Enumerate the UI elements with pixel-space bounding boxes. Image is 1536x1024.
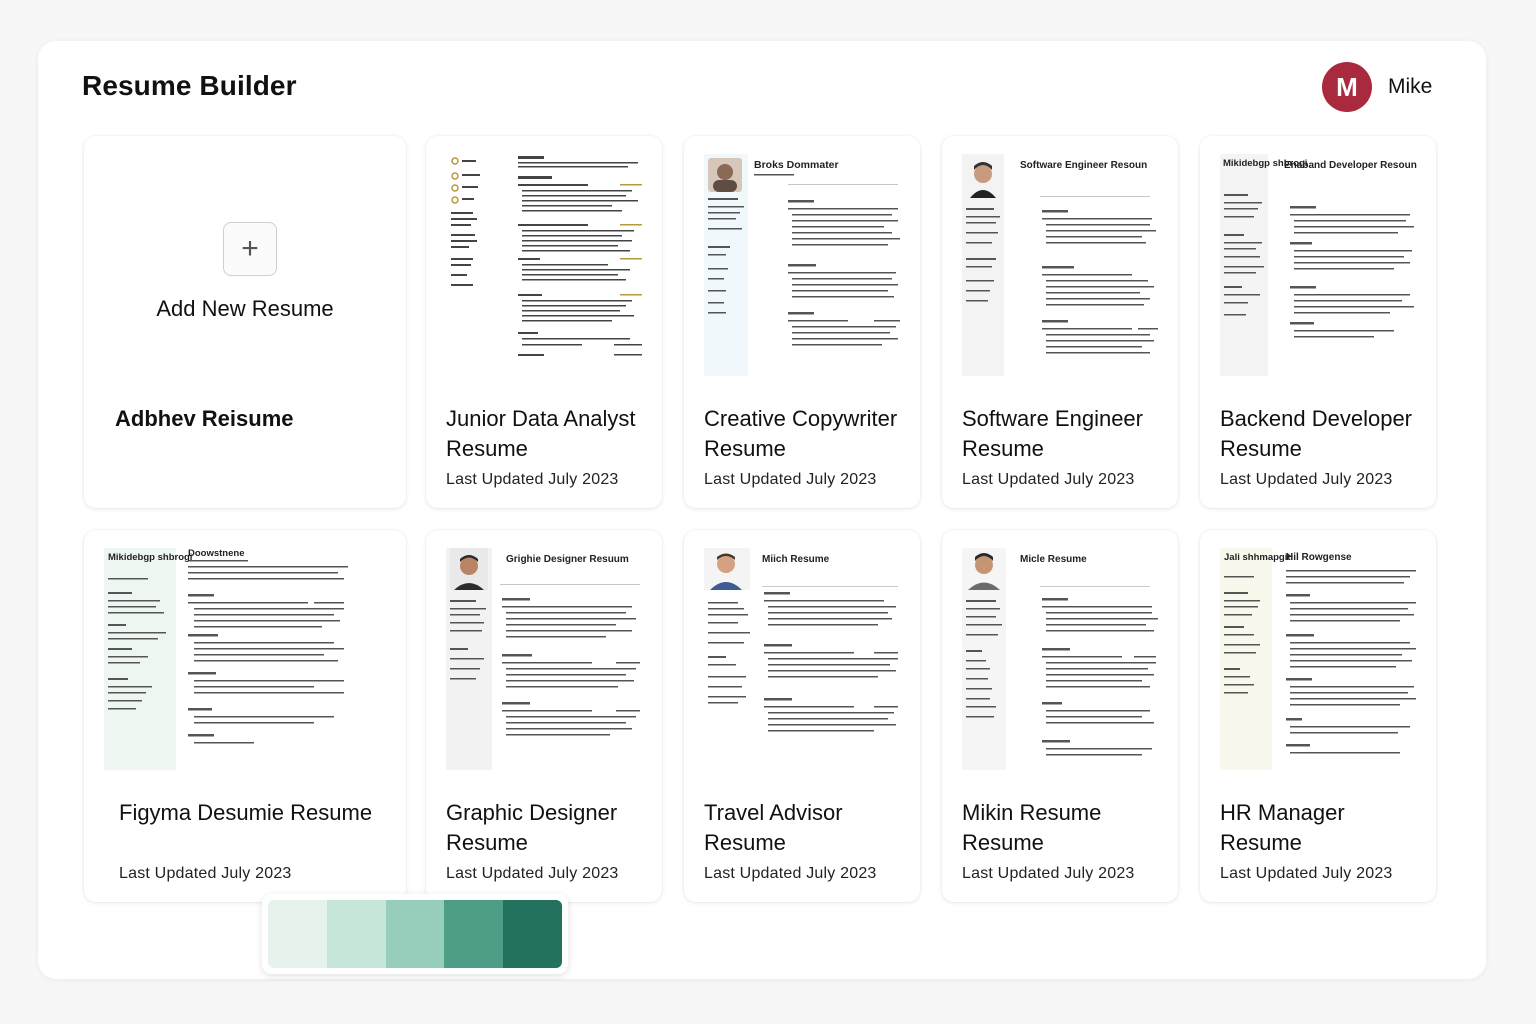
app-title: Resume Builder: [82, 70, 297, 101]
last-updated-label: Last Updated July 2023: [704, 865, 877, 882]
resume-card-title: Junior Data Analyst Resume: [446, 406, 636, 461]
thumbnail-heading: Miich Resume: [762, 554, 830, 565]
user-name[interactable]: Mike: [1388, 75, 1432, 99]
resume-thumbnail: Mikidebgp shbrogi Doowstnene: [104, 548, 364, 770]
add-new-resume-label: Add New Resume: [156, 296, 334, 321]
thumbnail-heading: Doowstnene: [188, 548, 244, 559]
color-swatch[interactable]: [503, 900, 562, 968]
color-palette: [262, 894, 568, 974]
resume-card[interactable]: Grighie Designer Resuum Graphic Designer…: [426, 530, 662, 902]
resume-card-title: Adbhev Reisume: [115, 406, 294, 431]
user-avatar[interactable]: M: [1322, 62, 1372, 112]
resume-thumbnail: Mikidebgp shbrogi Enaband Developer Reso…: [1220, 154, 1420, 376]
resume-thumbnail: Grighie Designer Resuum: [446, 548, 646, 770]
last-updated-label: Last Updated July 2023: [446, 865, 619, 882]
color-swatch[interactable]: [385, 900, 445, 968]
color-swatch[interactable]: [444, 900, 504, 968]
last-updated-label: Last Updated July 2023: [1220, 471, 1393, 488]
resume-card-title: HR Manager Resume: [1220, 800, 1345, 855]
resume-card[interactable]: Software Engineer Resoun Software Engine…: [942, 136, 1178, 508]
thumbnail-heading: Hil Rowgense: [1286, 552, 1352, 563]
resume-card-title: Creative Copywriter Resume: [704, 406, 898, 461]
resume-card[interactable]: Mikidebgp shbrogi Doowstnene Figyma Desu…: [84, 530, 406, 902]
resume-card-title: Graphic Designer Resume: [446, 800, 618, 855]
last-updated-label: Last Updated July 2023: [704, 471, 877, 488]
thumbnail-side-heading: Mikidebgp shbrogi: [108, 552, 192, 563]
resume-card[interactable]: Micle Resume Mikin Resume Resume Last Up…: [942, 530, 1178, 902]
resume-card-title: Software Engineer Resume: [962, 406, 1143, 461]
resume-card[interactable]: Mikidebgp shbrogi Enaband Developer Reso…: [1200, 136, 1436, 508]
resume-card-title: Backend Developer Resume: [1220, 406, 1413, 461]
thumbnail-side-heading: Jali shhmapgit: [1224, 552, 1291, 563]
thumbnail-heading: Software Engineer Resoun: [1020, 160, 1147, 171]
thumbnail-heading: Enaband Developer Resoun: [1284, 160, 1417, 171]
resume-thumbnail: Miich Resume: [704, 548, 904, 770]
last-updated-label: Last Updated July 2023: [446, 471, 619, 488]
thumbnail-heading: Broks Dommater: [754, 159, 839, 171]
resume-thumbnail: Software Engineer Resoun: [962, 154, 1162, 376]
thumbnail-heading: Micle Resume: [1020, 554, 1087, 565]
resume-card-title: Mikin Resume Resume: [962, 800, 1102, 855]
resume-thumbnail: Micle Resume: [962, 548, 1162, 770]
resume-card[interactable]: Broks Dommater Creative Copywriter Resum…: [684, 136, 920, 508]
user-menu[interactable]: M Mike: [1322, 62, 1432, 112]
resume-card-title: Travel Advisor Resume: [704, 800, 843, 855]
last-updated-label: Last Updated July 2023: [962, 865, 1135, 882]
resume-card[interactable]: Junior Data Analyst Resume Last Updated …: [426, 136, 662, 508]
resume-thumbnail: Broks Dommater: [704, 154, 904, 376]
resume-card[interactable]: Miich Resume Travel Advisor Resume Last …: [684, 530, 920, 902]
resume-card[interactable]: Jali shhmapgit Hil Rowgense HR Manager R…: [1200, 530, 1436, 902]
plus-icon[interactable]: +: [223, 222, 277, 276]
last-updated-label: Last Updated July 2023: [962, 471, 1135, 488]
resume-thumbnail: [446, 154, 646, 376]
color-swatch[interactable]: [268, 900, 327, 968]
thumbnail-heading: Grighie Designer Resuum: [506, 554, 629, 565]
resume-thumbnail: Jali shhmapgit Hil Rowgense: [1220, 548, 1420, 770]
add-new-resume-card[interactable]: + Add New Resume Adbhev Reisume: [84, 136, 406, 508]
last-updated-label: Last Updated July 2023: [1220, 865, 1393, 882]
color-swatch[interactable]: [326, 900, 386, 968]
last-updated-label: Last Updated July 2023: [119, 865, 292, 882]
resume-card-title: Figyma Desumie Resume: [119, 800, 373, 825]
